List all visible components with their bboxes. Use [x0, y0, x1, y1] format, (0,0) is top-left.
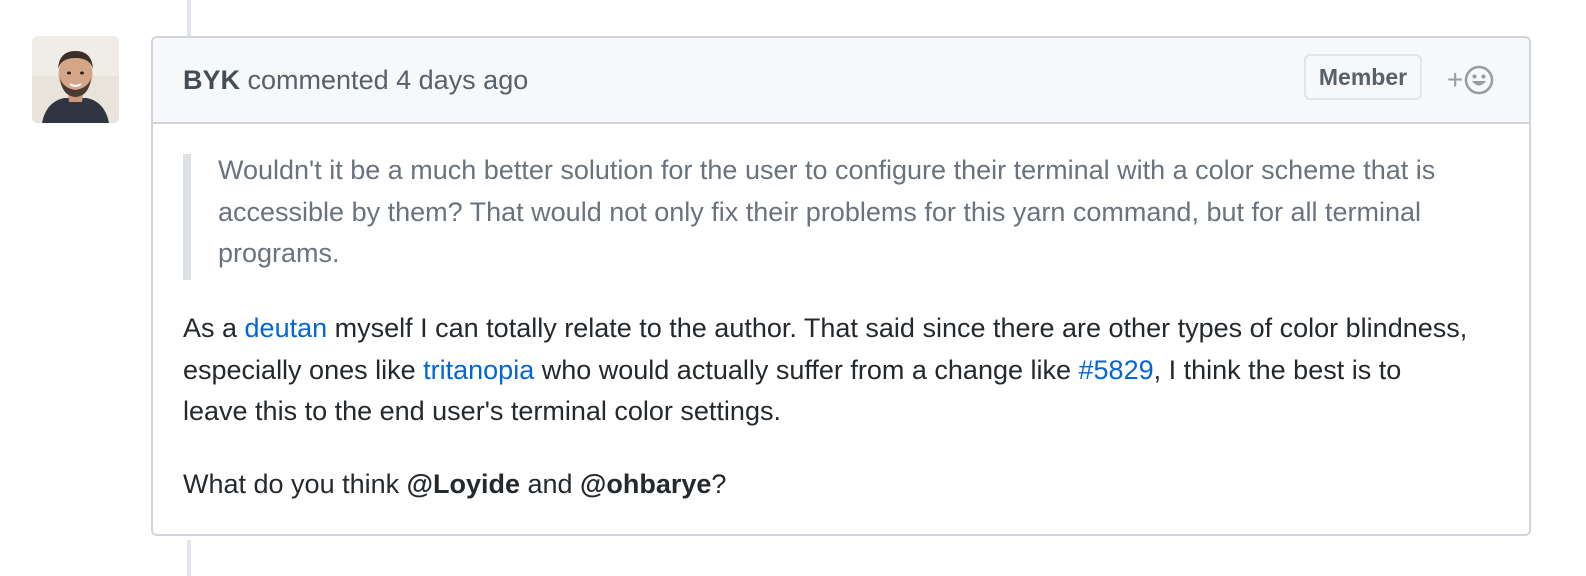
comment-paragraph-1: As a deutan myself I can totally relate … — [183, 308, 1473, 433]
smiley-icon — [1465, 65, 1494, 95]
member-badge: Member — [1304, 54, 1422, 100]
comment-paragraph-2: What do you think @Loyide and @ohbarye? — [183, 464, 1473, 506]
mention-ohbarye[interactable]: @ohbarye — [580, 469, 711, 499]
plus-icon: + — [1447, 64, 1464, 95]
para2-text-2: and — [519, 469, 581, 499]
deutan-link[interactable]: deutan — [245, 313, 328, 343]
comment-timestamp[interactable]: 4 days ago — [396, 65, 528, 95]
author-link[interactable]: BYK — [183, 65, 240, 95]
issue-link-5829[interactable]: #5829 — [1079, 355, 1154, 385]
comment-header: BYK commented 4 days ago Member + — [153, 38, 1529, 124]
para1-text-3: who would actually suffer from a change … — [534, 354, 1079, 385]
quote-text: Wouldn't it be a much better solution fo… — [218, 155, 1436, 268]
comment-box: BYK commented 4 days ago Member + Wouldn… — [151, 36, 1531, 536]
add-reaction-button[interactable]: + — [1447, 62, 1505, 98]
timeline-line-top — [187, 0, 191, 36]
mention-loyide[interactable]: @Loyide — [407, 469, 520, 499]
para2-text-3: ? — [711, 469, 727, 499]
tritanopia-link[interactable]: tritanopia — [423, 355, 534, 385]
comment-header-text: BYK commented 4 days ago — [183, 65, 528, 96]
avatar[interactable] — [32, 36, 119, 123]
comment-action: commented — [247, 65, 389, 95]
para1-text-1: As a — [183, 313, 245, 343]
para2-text-1: What do you think — [183, 469, 407, 499]
avatar-image — [32, 36, 119, 123]
blockquote: Wouldn't it be a much better solution fo… — [183, 154, 1463, 280]
timeline-line-bottom — [187, 540, 191, 576]
